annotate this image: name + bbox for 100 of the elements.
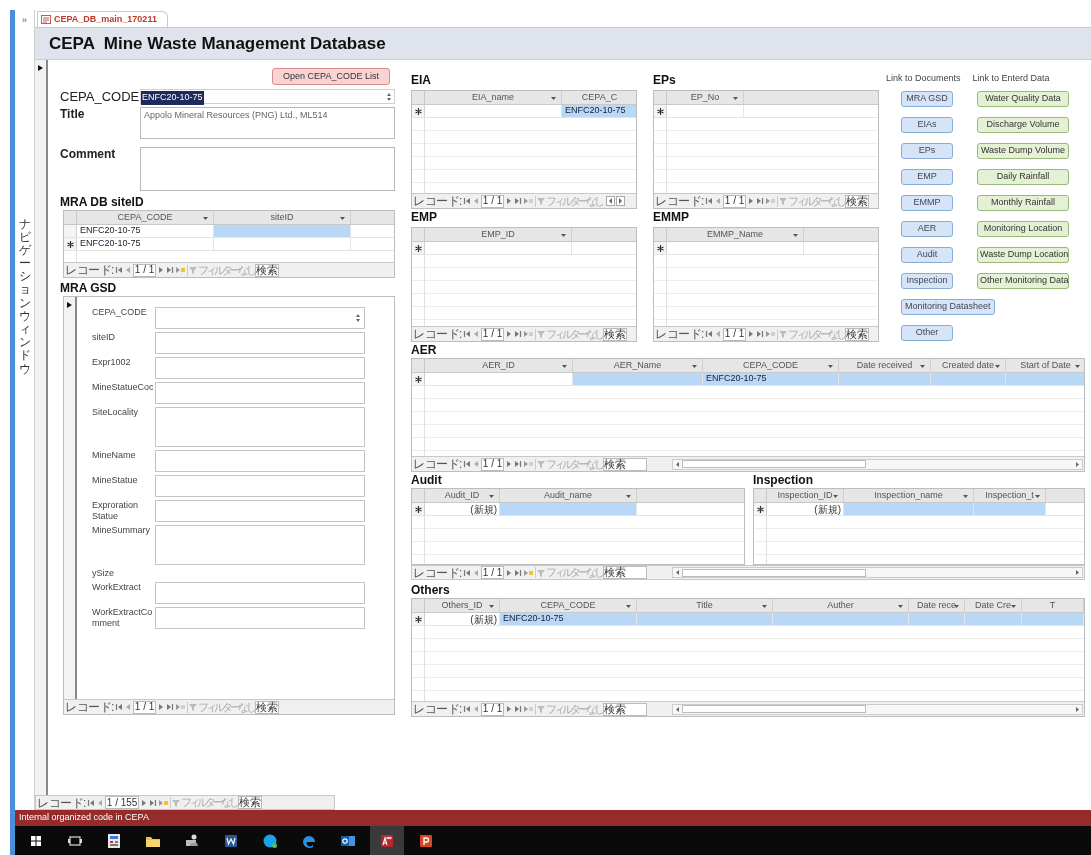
text-field[interactable] bbox=[155, 582, 365, 604]
first-record-icon[interactable] bbox=[704, 330, 713, 338]
horizontal-scrollbar[interactable] bbox=[672, 458, 1083, 470]
new-record-icon[interactable] bbox=[765, 197, 777, 205]
scroll-thumb[interactable] bbox=[682, 460, 867, 468]
scroll-right-icon[interactable] bbox=[1073, 459, 1082, 469]
record-position-field[interactable]: 1 / 1 bbox=[480, 327, 505, 341]
text-field[interactable] bbox=[155, 525, 365, 565]
record-selector-icon[interactable] bbox=[37, 64, 44, 72]
data-link-button[interactable]: Water Quality Data bbox=[977, 90, 1069, 107]
last-record-icon[interactable] bbox=[166, 703, 175, 711]
column-header[interactable]: EIA_name bbox=[425, 91, 562, 104]
last-record-icon[interactable] bbox=[756, 197, 765, 205]
column-header[interactable]: Audit_name bbox=[500, 489, 637, 502]
column-header[interactable]: Created date bbox=[931, 359, 1006, 372]
document-tab[interactable]: CEPA_DB_main_170211 bbox=[37, 11, 168, 27]
column-header[interactable]: Audit_ID bbox=[425, 489, 500, 502]
combo-box[interactable]: ENFC20-10-75 bbox=[140, 89, 395, 104]
text-field[interactable] bbox=[155, 382, 365, 404]
search-field[interactable]: 検索 bbox=[845, 327, 870, 341]
document-link-button[interactable]: AER bbox=[901, 220, 953, 237]
document-link-button[interactable]: EMP bbox=[901, 168, 953, 185]
last-record-icon[interactable] bbox=[149, 798, 158, 807]
horizontal-scrollbar[interactable] bbox=[672, 567, 1083, 578]
record-position-field[interactable]: 1 / 1 bbox=[480, 566, 505, 579]
column-header[interactable]: AER_ID bbox=[425, 359, 573, 372]
text-field[interactable] bbox=[155, 450, 365, 472]
new-record-icon[interactable] bbox=[158, 798, 170, 807]
text-field[interactable] bbox=[155, 607, 365, 629]
last-record-icon[interactable] bbox=[166, 266, 175, 274]
record-position-field[interactable]: 1 / 1 bbox=[480, 194, 505, 208]
column-header[interactable]: T bbox=[1022, 599, 1084, 612]
column-header[interactable]: Inspection_t bbox=[974, 489, 1046, 502]
search-field[interactable]: 検索 bbox=[238, 796, 263, 809]
column-header[interactable]: siteID bbox=[214, 211, 351, 224]
column-header[interactable]: CEPA_CODE bbox=[77, 211, 214, 224]
column-header[interactable]: CEPA_CODE bbox=[703, 359, 839, 372]
search-field[interactable]: 検索 bbox=[255, 700, 280, 714]
document-link-button[interactable]: EMMP bbox=[901, 194, 953, 211]
first-record-icon[interactable] bbox=[86, 798, 95, 807]
last-record-icon[interactable] bbox=[756, 330, 765, 338]
search-field[interactable]: 検索 bbox=[255, 263, 280, 277]
column-header[interactable]: Date Cre bbox=[965, 599, 1022, 612]
document-link-button[interactable]: Audit bbox=[901, 246, 953, 263]
first-record-icon[interactable] bbox=[704, 197, 713, 205]
text-field[interactable]: Appolo Mineral Resources (PNG) Ltd., ML514 bbox=[140, 107, 395, 139]
new-record-icon[interactable] bbox=[175, 703, 187, 711]
document-link-button[interactable]: Inspection bbox=[901, 272, 953, 289]
spinner-icon[interactable] bbox=[355, 313, 361, 323]
record-position-field[interactable]: 1 / 1 bbox=[132, 700, 157, 714]
record-position-field[interactable]: 1 / 1 bbox=[480, 457, 505, 471]
scroll-left-icon[interactable] bbox=[606, 196, 616, 206]
scroll-right-icon[interactable] bbox=[616, 196, 626, 206]
column-header[interactable]: CEPA_C bbox=[562, 91, 636, 104]
last-record-icon[interactable] bbox=[514, 705, 523, 713]
open-list-button[interactable]: Open CEPA_CODE List bbox=[272, 68, 390, 85]
data-link-button[interactable]: Daily Rainfall bbox=[977, 168, 1069, 185]
last-record-icon[interactable] bbox=[514, 568, 523, 577]
record-position-field[interactable]: 1 / 1 bbox=[480, 702, 505, 716]
data-link-button[interactable]: Other Monitoring Data bbox=[977, 272, 1069, 289]
record-position-field[interactable]: 1 / 1 bbox=[132, 263, 157, 277]
data-link-button[interactable]: Waste Dump Volume bbox=[977, 142, 1069, 159]
first-record-icon[interactable] bbox=[114, 703, 123, 711]
data-link-button[interactable]: Waste Dump Location bbox=[977, 246, 1069, 263]
horizontal-scrollbar[interactable] bbox=[672, 703, 1083, 715]
column-header[interactable]: Auther bbox=[773, 599, 909, 612]
document-link-button[interactable]: EPs bbox=[901, 142, 953, 159]
scroll-right-icon[interactable] bbox=[1073, 568, 1082, 577]
column-header[interactable]: Inspection_name bbox=[844, 489, 974, 502]
column-header[interactable]: AER_Name bbox=[573, 359, 703, 372]
document-link-button[interactable]: Other bbox=[901, 324, 953, 341]
last-record-icon[interactable] bbox=[514, 330, 523, 338]
column-header[interactable]: Others_ID bbox=[425, 599, 500, 612]
text-field[interactable] bbox=[155, 407, 365, 447]
search-field[interactable]: 検索 bbox=[603, 457, 648, 471]
first-record-icon[interactable] bbox=[462, 460, 471, 468]
column-header[interactable]: Title bbox=[637, 599, 773, 612]
new-record-icon[interactable] bbox=[175, 266, 187, 274]
text-field[interactable] bbox=[140, 147, 395, 191]
column-header[interactable]: Date received bbox=[839, 359, 931, 372]
scroll-thumb[interactable] bbox=[682, 705, 867, 713]
first-record-icon[interactable] bbox=[462, 197, 471, 205]
document-link-button[interactable]: EIAs bbox=[901, 116, 953, 133]
new-record-icon[interactable] bbox=[523, 330, 535, 338]
data-link-button[interactable]: Monthly Rainfall bbox=[977, 194, 1069, 211]
scroll-thumb[interactable] bbox=[682, 568, 867, 577]
new-record-icon[interactable] bbox=[523, 460, 535, 468]
scroll-right-icon[interactable] bbox=[1073, 704, 1082, 714]
first-record-icon[interactable] bbox=[462, 568, 471, 577]
new-record-icon[interactable] bbox=[523, 197, 535, 205]
search-field[interactable]: 検索 bbox=[603, 702, 648, 716]
document-link-button[interactable]: Monitoring Datasheet bbox=[901, 298, 995, 315]
new-record-icon[interactable] bbox=[765, 330, 777, 338]
data-link-button[interactable]: Discharge Volume bbox=[977, 116, 1069, 133]
text-field[interactable] bbox=[155, 357, 365, 379]
first-record-icon[interactable] bbox=[462, 705, 471, 713]
column-header[interactable]: Start of Date bbox=[1006, 359, 1084, 372]
last-record-icon[interactable] bbox=[514, 460, 523, 468]
record-selector-icon[interactable] bbox=[66, 301, 73, 309]
column-header[interactable]: CEPA_CODE bbox=[500, 599, 637, 612]
